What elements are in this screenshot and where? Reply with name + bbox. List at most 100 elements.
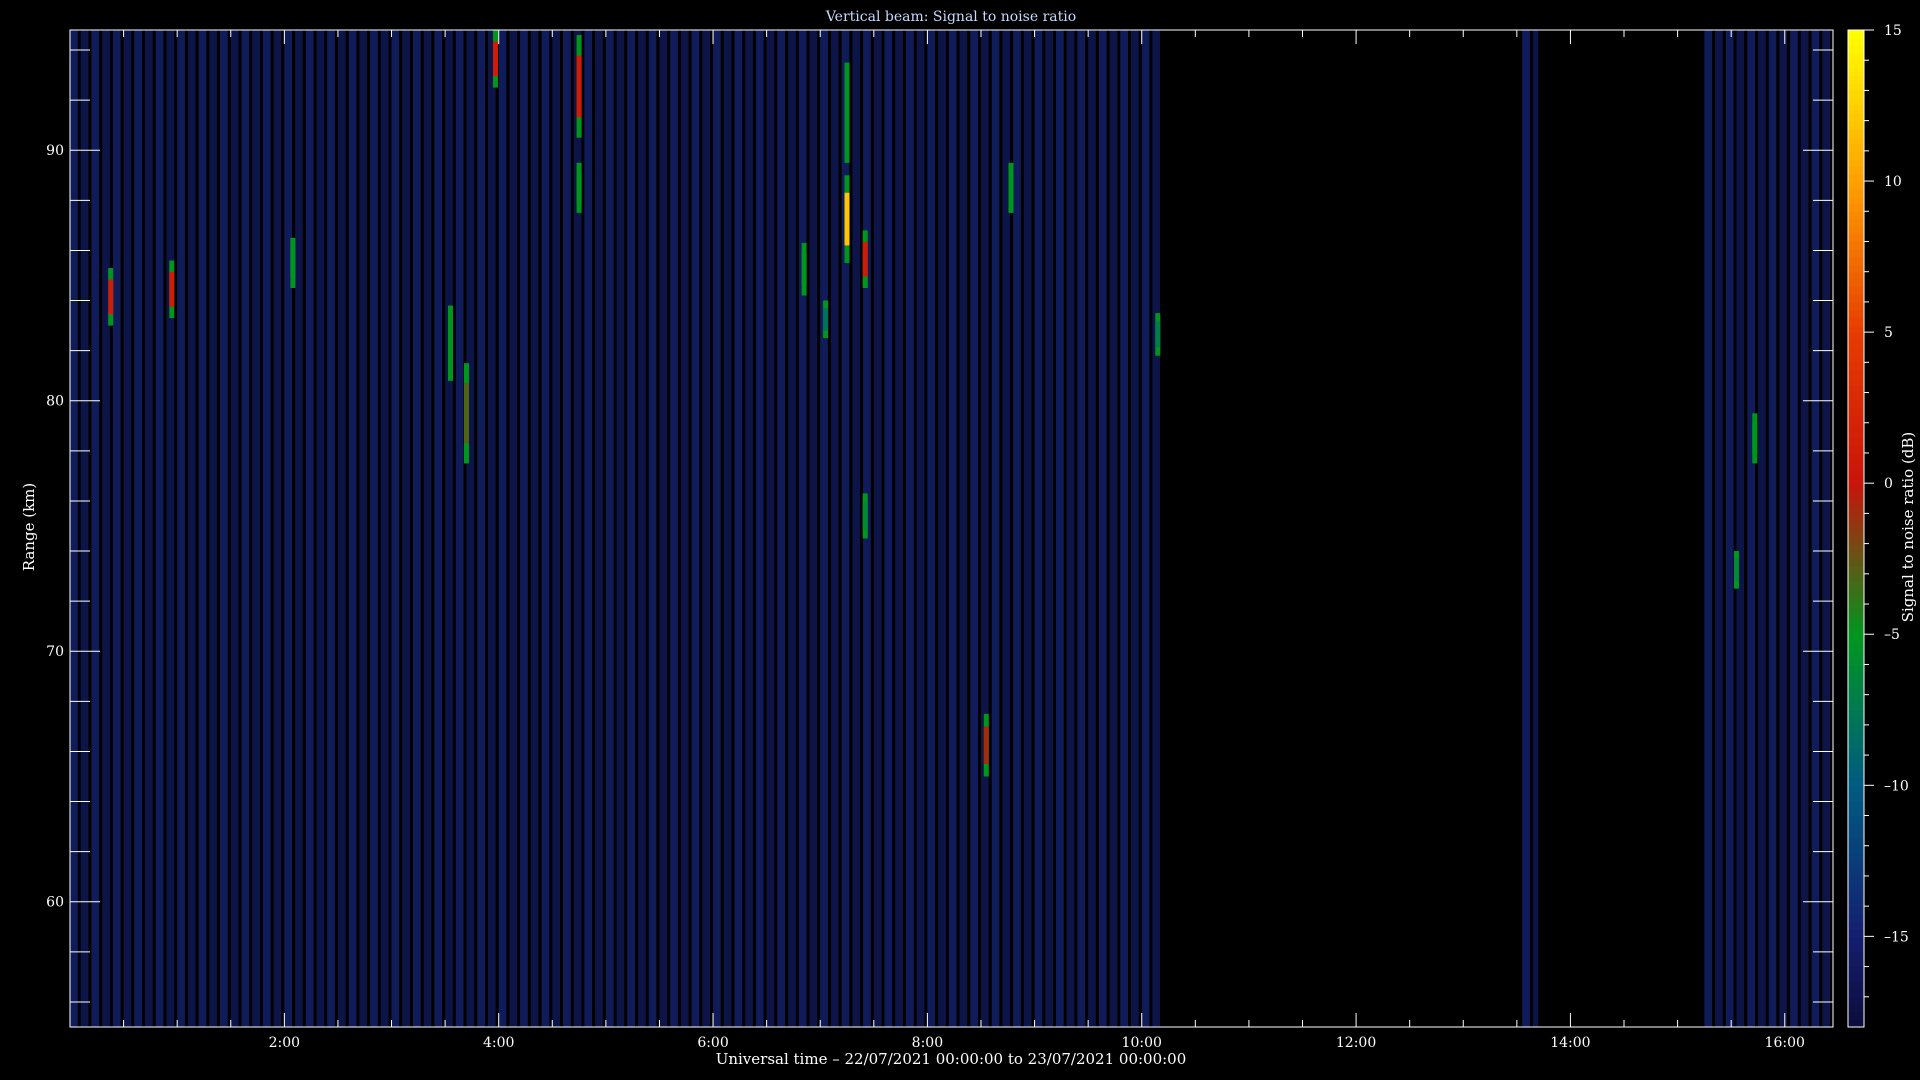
noise-column xyxy=(1800,30,1809,1027)
y-axis-label: Range (km) xyxy=(20,483,38,572)
noise-column xyxy=(1736,30,1745,1027)
echo-4 xyxy=(464,363,469,464)
colorbar-segment xyxy=(1848,369,1864,379)
colorbar-label: Signal to noise ratio (dB) xyxy=(1899,432,1917,623)
colorbar-segment xyxy=(1848,452,1864,462)
colorbar-segment xyxy=(1848,906,1864,915)
colorbar-segment xyxy=(1848,974,1864,983)
noise-column xyxy=(273,30,282,1027)
noise-column xyxy=(552,30,560,1027)
colorbar-segment xyxy=(1848,996,1864,1005)
echo-11 xyxy=(844,175,850,263)
noise-column xyxy=(745,30,753,1027)
echo-12 xyxy=(862,230,868,288)
colorbar-segment xyxy=(1848,883,1864,892)
noise-column xyxy=(1532,30,1539,1027)
noise-column xyxy=(413,30,421,1027)
colorbar-segment xyxy=(1848,709,1864,718)
colorbar-segment xyxy=(1848,45,1864,54)
noise-column xyxy=(509,30,518,1027)
noise-column xyxy=(981,30,989,1027)
noise-column xyxy=(402,30,410,1027)
noise-column xyxy=(873,30,882,1027)
echo-core xyxy=(576,55,582,118)
noise-column xyxy=(541,30,550,1027)
colorbar-segment xyxy=(1848,498,1864,507)
colorbar-segment xyxy=(1848,90,1864,99)
noise-column xyxy=(1141,30,1150,1027)
noise-column xyxy=(1045,30,1053,1027)
colorbar-segment xyxy=(1848,551,1864,560)
echo-6 xyxy=(576,35,582,138)
noise-column xyxy=(423,30,432,1027)
noise-column xyxy=(70,30,78,1027)
echo-17 xyxy=(1734,551,1739,589)
noise-column xyxy=(209,30,217,1027)
colorbar-segment xyxy=(1848,196,1864,205)
x-tick-label: 2:00 xyxy=(269,1035,300,1051)
echo-core xyxy=(1734,558,1739,582)
noise-column xyxy=(680,30,689,1027)
noise-column xyxy=(380,30,389,1027)
colorbar-segment xyxy=(1848,150,1864,159)
noise-column xyxy=(627,30,635,1027)
echo-5 xyxy=(493,30,498,88)
noise-column xyxy=(1822,30,1830,1027)
colorbar-segment xyxy=(1848,853,1864,862)
colorbar-segment xyxy=(1848,437,1864,447)
colorbar-segment xyxy=(1848,264,1864,273)
noise-column xyxy=(498,30,507,1027)
y-tick-label: 70 xyxy=(46,644,64,660)
colorbar-segment xyxy=(1848,173,1864,182)
x-tick-label: 8:00 xyxy=(912,1035,943,1051)
colorbar-segment xyxy=(1848,301,1864,311)
colorbar-segment xyxy=(1848,317,1864,326)
colorbar-segment xyxy=(1848,377,1864,386)
x-axis-label: Universal time – 22/07/2021 00:00:00 to … xyxy=(716,1050,1187,1068)
noise-column xyxy=(852,30,861,1027)
colorbar-segment xyxy=(1848,483,1864,492)
colorbar-segment xyxy=(1848,392,1864,401)
noise-column xyxy=(220,30,228,1027)
noise-column xyxy=(1131,30,1139,1027)
noise-column xyxy=(455,30,464,1027)
noise-column xyxy=(670,30,678,1027)
colorbar-segment xyxy=(1848,362,1864,371)
noise-column xyxy=(252,30,260,1027)
noise-column xyxy=(477,30,485,1027)
noise-column xyxy=(155,30,164,1027)
colorbar-segment xyxy=(1848,581,1864,590)
colorbar-segment xyxy=(1848,687,1864,696)
colorbar-segment xyxy=(1848,324,1864,333)
echo-core xyxy=(290,247,296,278)
colorbar-segment xyxy=(1848,407,1864,416)
colorbar-segment xyxy=(1848,105,1864,114)
x-tick-label: 6:00 xyxy=(697,1035,728,1051)
noise-column xyxy=(262,30,271,1027)
noise-column xyxy=(734,30,743,1027)
colorbar-segment xyxy=(1848,218,1864,227)
colorbar-segment xyxy=(1848,875,1864,885)
colorbar-segment xyxy=(1848,702,1864,711)
noise-column xyxy=(134,30,142,1027)
colorbar-segment xyxy=(1848,898,1864,907)
colorbar-tick-label: –5 xyxy=(1884,627,1900,643)
echo-9 xyxy=(823,300,829,339)
noise-column xyxy=(723,30,732,1027)
y-tick-label: 60 xyxy=(46,895,64,911)
colorbar-segment xyxy=(1848,75,1864,84)
noise-column xyxy=(638,30,646,1027)
colorbar-segment xyxy=(1848,286,1864,295)
colorbar-segment xyxy=(1848,989,1864,998)
noise-column xyxy=(359,30,368,1027)
colorbar-segment xyxy=(1848,188,1864,197)
noise-column xyxy=(916,30,925,1027)
noise-column xyxy=(788,30,796,1027)
noise-column xyxy=(177,30,185,1027)
noise-column xyxy=(906,30,914,1027)
colorbar-segment xyxy=(1848,573,1864,582)
chart-title: Vertical beam: Signal to noise ratio xyxy=(825,9,1076,25)
colorbar-segment xyxy=(1848,717,1864,726)
y-tick-label: 90 xyxy=(46,143,64,159)
colorbar-segment xyxy=(1848,460,1864,469)
